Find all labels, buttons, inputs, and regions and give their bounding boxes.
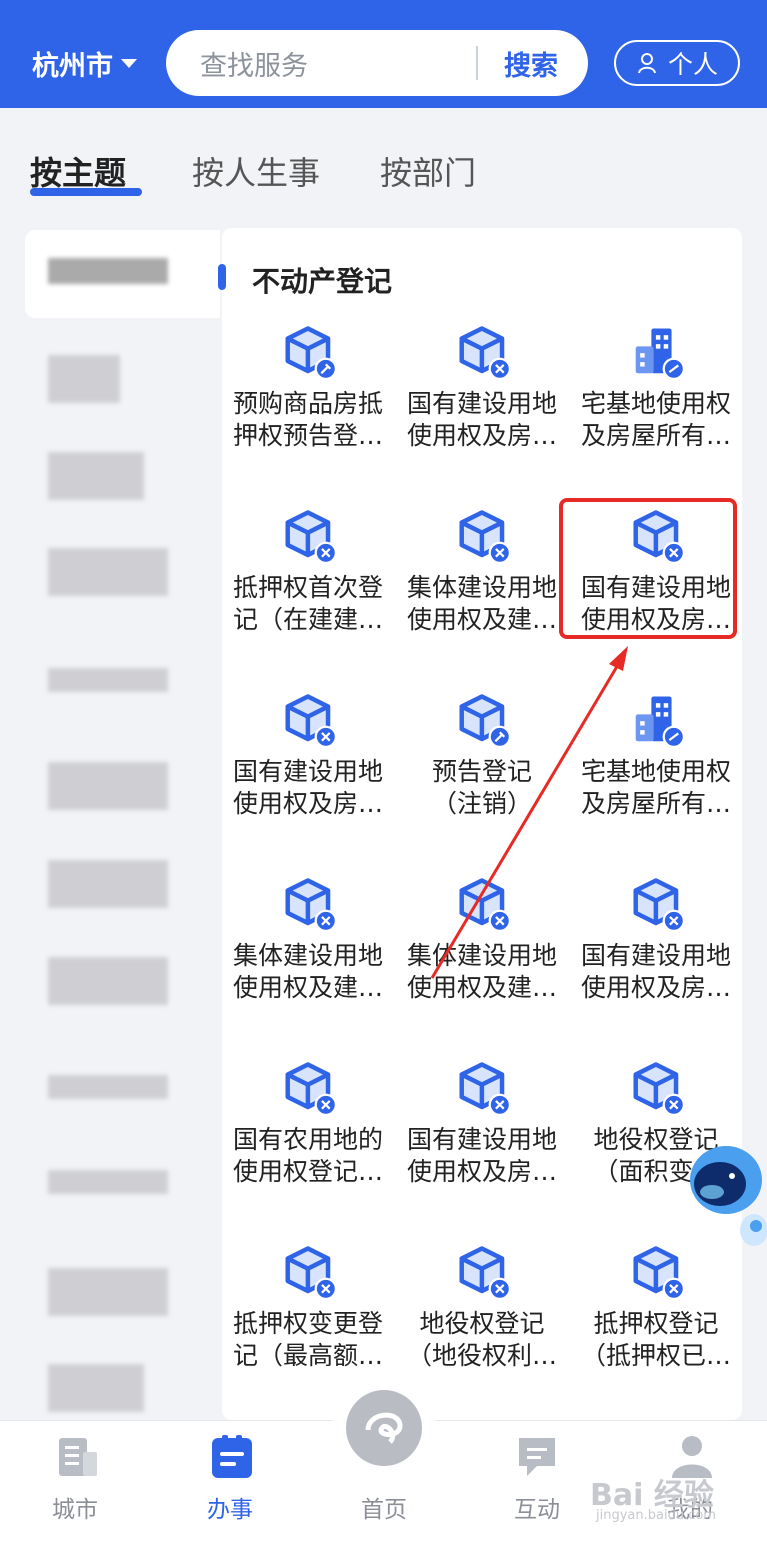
nav-city-label: 城市: [52, 1497, 98, 1523]
city-icon: [59, 1438, 97, 1476]
task-icon: [212, 1435, 252, 1478]
nav-home-label: 首页: [361, 1497, 407, 1523]
assistant-robot-icon[interactable]: [676, 1120, 767, 1280]
chat-icon: [519, 1438, 555, 1476]
annotation-arrow: [430, 646, 628, 979]
home-logo-icon[interactable]: [346, 1390, 422, 1466]
nav-tasks-label: 办事: [207, 1497, 253, 1523]
watermark-url: jingyan.baidu.com: [596, 1508, 716, 1523]
nav-interact-label: 互动: [514, 1497, 560, 1523]
